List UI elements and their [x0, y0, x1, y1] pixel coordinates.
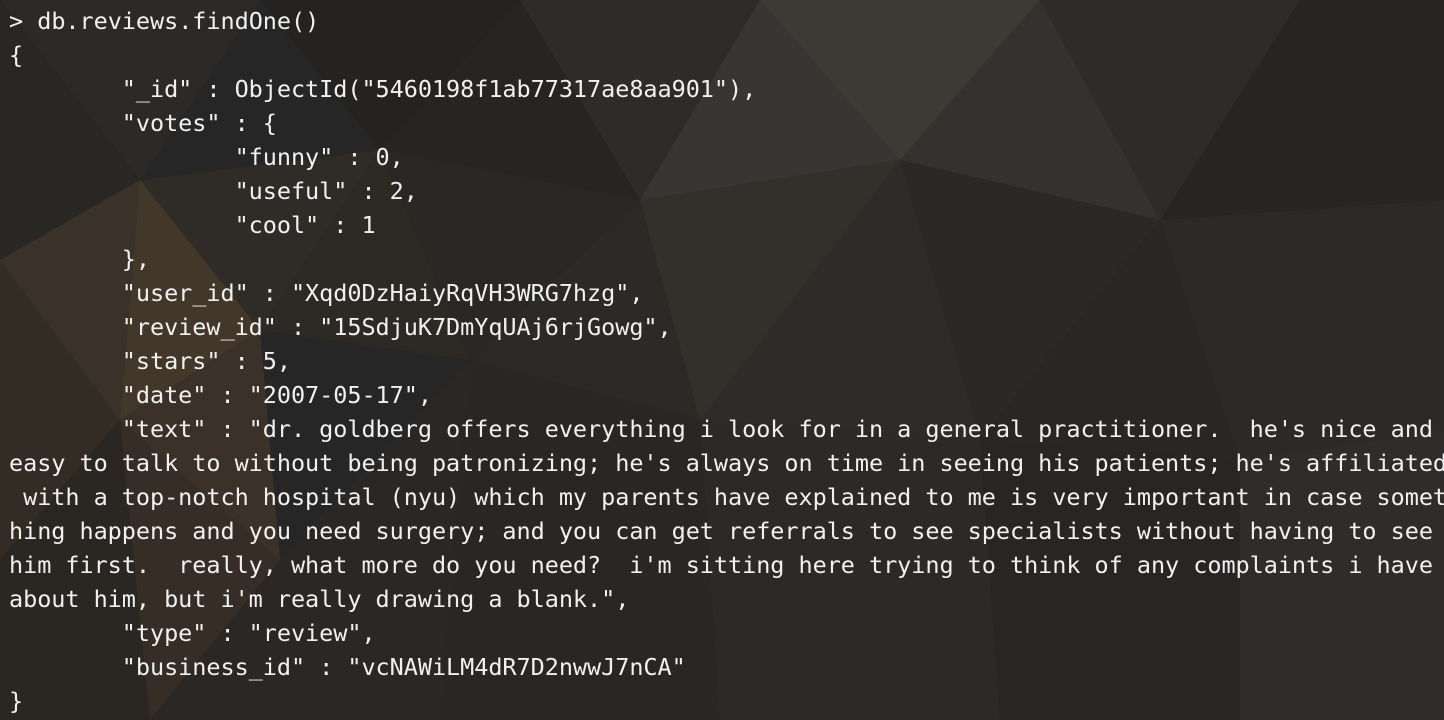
output-line: "text" : "dr. goldberg offers everything… — [9, 415, 1433, 443]
output-line: him first. really, what more do you need… — [9, 551, 1433, 579]
output-line: "date" : "2007-05-17", — [9, 381, 432, 409]
output-line: "useful" : 2, — [9, 177, 418, 205]
output-line: "_id" : ObjectId("5460198f1ab77317ae8aa9… — [9, 75, 757, 103]
output-line: "votes" : { — [9, 109, 277, 137]
output-line: about him, but i'm really drawing a blan… — [9, 585, 630, 613]
command-line: > db.reviews.findOne() — [9, 4, 319, 38]
output-line: "stars" : 5, — [9, 347, 291, 375]
output-line: with a top-notch hospital (nyu) which my… — [9, 483, 1444, 511]
output-line: "cool" : 1 — [9, 211, 376, 239]
command-text: db.reviews.findOne() — [37, 7, 320, 35]
prompt-symbol: > — [9, 7, 24, 35]
output-line: { — [9, 41, 24, 69]
output-line: "business_id" : "vcNAWiLM4dR7D2nwwJ7nCA" — [9, 653, 686, 681]
output-line: } — [9, 687, 24, 715]
output-line: "user_id" : "Xqd0DzHaiyRqVH3WRG7hzg", — [9, 279, 644, 307]
output-line: "review_id" : "15SdjuK7DmYqUAj6rjGowg", — [9, 313, 672, 341]
output-line: "funny" : 0, — [9, 143, 404, 171]
output-line: easy to talk to without being patronizin… — [9, 449, 1444, 477]
output-line: "type" : "review", — [9, 619, 376, 647]
terminal-output: > db.reviews.findOne() { "_id" : ObjectI… — [0, 0, 1444, 720]
output-line: hing happens and you need surgery; and y… — [9, 517, 1433, 545]
output-line: }, — [9, 245, 150, 273]
